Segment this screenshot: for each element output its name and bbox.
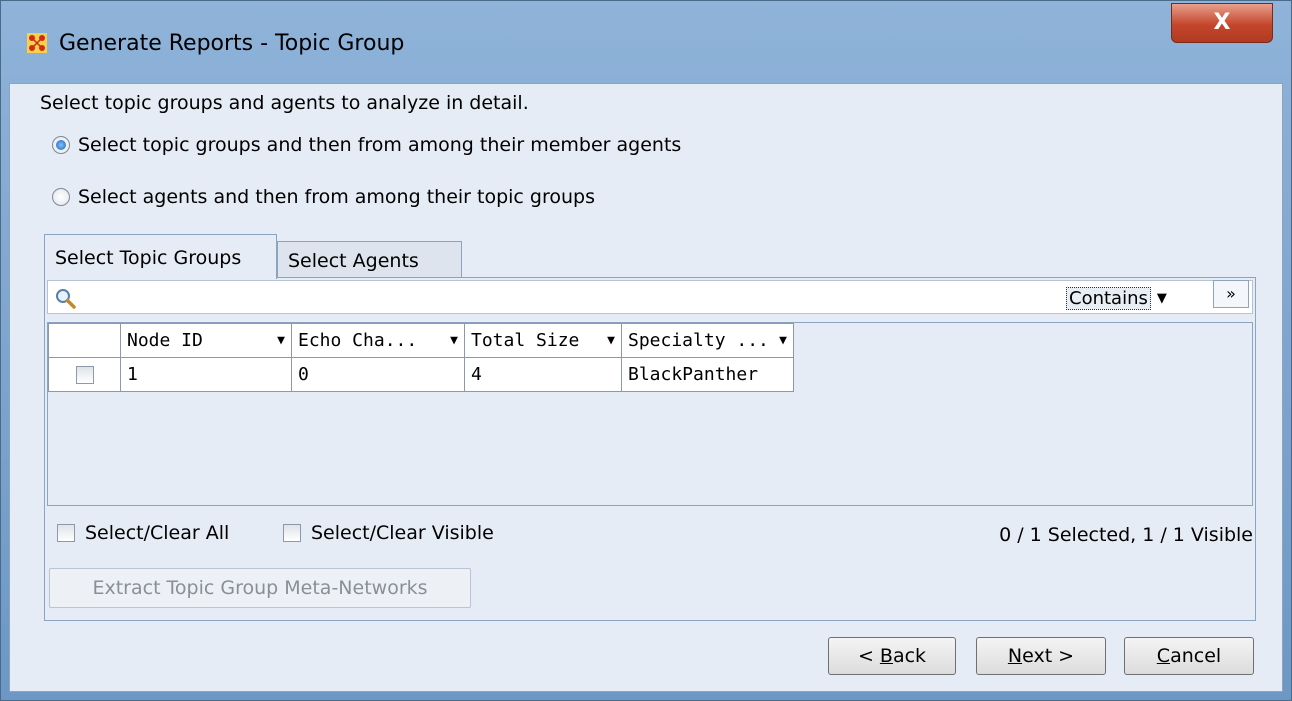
next-button[interactable]: Next > xyxy=(976,637,1106,675)
cell-node-id[interactable]: 1 xyxy=(120,357,292,392)
selection-status: 0 / 1 Selected, 1 / 1 Visible xyxy=(999,524,1253,546)
dialog-window: Generate Reports - Topic Group X Select … xyxy=(0,0,1292,701)
selection-controls: Select/Clear All Select/Clear Visible 0 … xyxy=(57,522,1253,552)
select-clear-all-label: Select/Clear All xyxy=(85,522,230,544)
row-select-cell[interactable] xyxy=(48,357,121,392)
column-header-label: Specialty ... xyxy=(628,330,769,351)
radio-agents-first[interactable]: Select agents and then from among their … xyxy=(52,186,595,208)
close-icon: X xyxy=(1213,10,1231,35)
button-label-rest: ancel xyxy=(1170,645,1222,667)
cell-total-size[interactable]: 4 xyxy=(464,357,622,392)
select-column-header xyxy=(48,323,121,358)
button-mnemonic: C xyxy=(1156,645,1171,667)
radio-button-selected[interactable] xyxy=(52,136,70,154)
radio-button[interactable] xyxy=(52,188,70,206)
select-clear-visible-label: Select/Clear Visible xyxy=(311,522,494,544)
column-header-label: Echo Cha... xyxy=(298,330,418,351)
nodes-table: Node ID ▼ Echo Cha... ▼ Total Size ▼ Specia… xyxy=(48,323,794,392)
close-button[interactable]: X xyxy=(1171,3,1273,43)
button-label-rest: ack xyxy=(892,645,927,667)
button-label-prefix: < xyxy=(857,645,880,667)
cell-echo-chamber[interactable]: 0 xyxy=(291,357,465,392)
button-mnemonic: B xyxy=(879,645,893,667)
extract-meta-networks-button[interactable]: Extract Topic Group Meta-Networks xyxy=(49,568,471,608)
tab-select-topic-groups[interactable]: Select Topic Groups xyxy=(44,234,277,279)
radio-topic-groups-first[interactable]: Select topic groups and then from among … xyxy=(52,134,681,156)
cell-specialty[interactable]: BlackPanther xyxy=(621,357,794,392)
chevron-down-icon: ▼ xyxy=(1156,290,1167,306)
radio-label: Select agents and then from among their … xyxy=(78,186,595,208)
back-button[interactable]: < Back xyxy=(828,637,956,675)
checkbox[interactable] xyxy=(57,524,75,542)
chevron-down-icon[interactable]: ▼ xyxy=(779,333,787,348)
tab-select-agents[interactable]: Select Agents xyxy=(277,241,462,279)
double-chevron-down-icon: » xyxy=(1226,284,1236,303)
column-header-total-size[interactable]: Total Size ▼ xyxy=(464,323,622,358)
column-header-node-id[interactable]: Node ID ▼ xyxy=(120,323,292,358)
column-header-specialty[interactable]: Specialty ... ▼ xyxy=(621,323,794,358)
expand-filter-button[interactable]: » xyxy=(1213,280,1249,308)
title-bar[interactable]: Generate Reports - Topic Group X xyxy=(1,1,1291,89)
tab-panel: Contains ▼ » Node ID ▼ Echo Cha... ▼ Tot… xyxy=(44,277,1256,621)
window-title: Generate Reports - Topic Group xyxy=(59,31,405,56)
cancel-button[interactable]: Cancel xyxy=(1124,637,1254,675)
instructions-text: Select topic groups and agents to analyz… xyxy=(40,92,529,114)
search-bar[interactable]: Contains ▼ xyxy=(47,280,1253,314)
chevron-down-icon[interactable]: ▼ xyxy=(607,333,615,348)
app-logo-icon xyxy=(27,33,47,53)
match-mode-dropdown[interactable]: Contains ▼ xyxy=(1066,285,1167,311)
row-checkbox[interactable] xyxy=(75,366,94,384)
checkbox[interactable] xyxy=(283,524,301,542)
column-header-label: Total Size xyxy=(471,330,580,351)
table-row[interactable]: 1 0 4 BlackPanther xyxy=(48,357,794,392)
chevron-down-icon[interactable]: ▼ xyxy=(450,333,458,348)
button-label-rest: ext > xyxy=(1022,645,1075,667)
select-clear-visible-checkbox[interactable]: Select/Clear Visible xyxy=(283,522,494,544)
column-header-label: Node ID xyxy=(127,330,203,351)
select-clear-all-checkbox[interactable]: Select/Clear All xyxy=(57,522,229,544)
dialog-content: Select topic groups and agents to analyz… xyxy=(9,83,1283,692)
radio-label: Select topic groups and then from among … xyxy=(78,134,682,156)
nodes-table-area: Node ID ▼ Echo Cha... ▼ Total Size ▼ Specia… xyxy=(47,322,1253,506)
column-header-echo-chamber[interactable]: Echo Cha... ▼ xyxy=(291,323,465,358)
button-mnemonic: N xyxy=(1007,645,1023,667)
search-icon xyxy=(56,289,76,309)
match-mode-value: Contains xyxy=(1066,286,1151,310)
chevron-down-icon[interactable]: ▼ xyxy=(277,333,285,348)
